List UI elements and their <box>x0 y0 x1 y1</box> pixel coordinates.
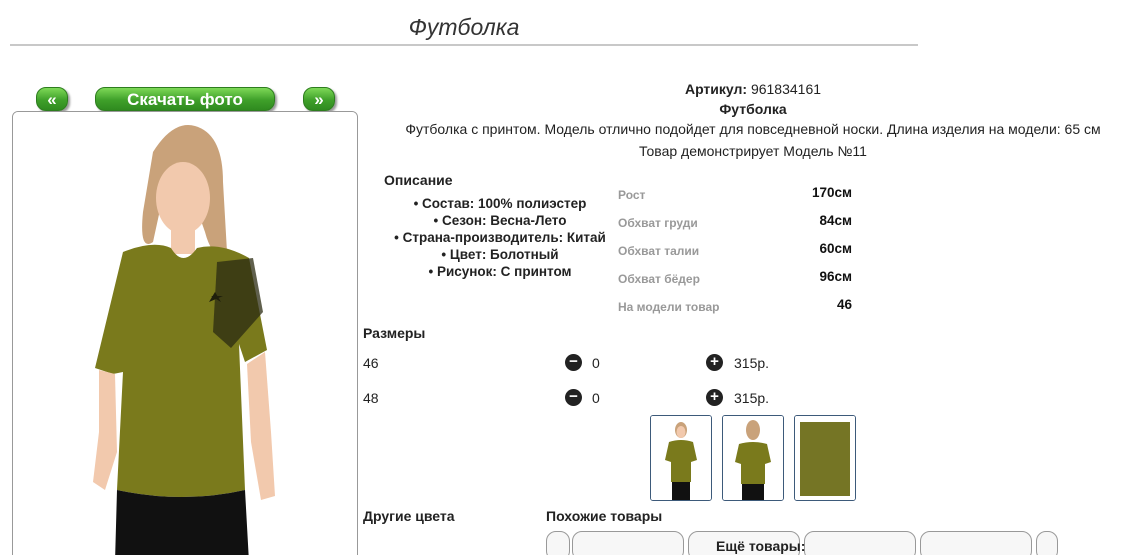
more-products-title: Ещё товары: <box>716 538 806 554</box>
description-item: Рисунок: С принтом <box>384 263 616 280</box>
measurement-label: Обхват талии <box>618 244 700 258</box>
measurement-row: Обхват груди 84см <box>618 213 852 233</box>
measurement-row: На модели товар 46 <box>618 297 852 317</box>
description-item: Цвет: Болотный <box>384 246 616 263</box>
measurement-row: Рост 170см <box>618 185 852 205</box>
page-title: Футболка <box>408 14 520 40</box>
main-product-photo[interactable] <box>12 111 358 555</box>
download-photo-button[interactable]: Скачать фото <box>95 87 275 111</box>
description-list: Состав: 100% полиэстер Сезон: Весна-Лето… <box>384 195 616 280</box>
article-value: 961834161 <box>750 81 822 97</box>
model-line: Товар демонстрирует Модель №11 <box>639 143 867 159</box>
measurement-value: 60см <box>819 241 852 256</box>
other-colors-title: Другие цвета <box>363 508 455 524</box>
measurement-row: Обхват бёдер 96см <box>618 269 852 289</box>
thumbnail-back[interactable] <box>722 415 784 501</box>
thumbnail-front-image <box>651 416 711 500</box>
size-value: 48 <box>363 390 379 406</box>
title-divider <box>10 44 918 46</box>
plus-icon[interactable]: + <box>706 354 723 371</box>
size-row: 46 − 0 + 315р. <box>363 354 783 375</box>
measurement-label: Обхват бёдер <box>618 272 700 286</box>
thumbnail-front[interactable] <box>650 415 712 501</box>
size-price: 315р. <box>734 355 770 371</box>
description-title: Описание <box>384 172 453 188</box>
minus-icon[interactable]: − <box>565 389 582 406</box>
article-line: Артикул: 961834161 <box>380 81 1126 97</box>
size-row: 48 − 0 + 315р. <box>363 389 783 410</box>
thumbnail-fabric[interactable] <box>794 415 856 501</box>
size-quantity: 0 <box>592 390 600 406</box>
description-item: Сезон: Весна-Лето <box>384 212 616 229</box>
size-quantity: 0 <box>592 355 600 371</box>
plus-icon[interactable]: + <box>706 389 723 406</box>
description-item: Состав: 100% полиэстер <box>384 195 616 212</box>
thumbnail-fabric-image <box>795 416 855 500</box>
measurement-label: Рост <box>618 188 646 202</box>
measurement-value: 96см <box>819 269 852 284</box>
measurement-label: Обхват груди <box>618 216 698 230</box>
sizes-title: Размеры <box>363 325 426 341</box>
measurement-label: На модели товар <box>618 300 720 314</box>
thumbnail-back-image <box>723 416 783 500</box>
next-photo-button[interactable]: » <box>303 87 335 111</box>
article-label: Артикул: <box>684 81 748 97</box>
size-value: 46 <box>363 355 379 371</box>
minus-icon[interactable]: − <box>565 354 582 371</box>
product-name: Футболка <box>719 101 787 117</box>
measurement-value: 84см <box>819 213 852 228</box>
similar-product-item[interactable] <box>572 531 684 555</box>
model-photo-illustration <box>13 112 357 555</box>
carousel-next-button[interactable] <box>1036 531 1058 555</box>
product-description: Футболка с принтом. Модель отлично подой… <box>405 121 1101 137</box>
measurement-value: 170см <box>811 185 852 200</box>
size-price: 315р. <box>734 390 770 406</box>
similar-product-item[interactable] <box>920 531 1032 555</box>
prev-photo-button[interactable]: « <box>36 87 68 111</box>
description-item: Страна-производитель: Китай <box>384 229 616 246</box>
similar-product-item[interactable] <box>804 531 916 555</box>
measurement-row: Обхват талии 60см <box>618 241 852 261</box>
measurement-value: 46 <box>836 297 852 312</box>
carousel-prev-button[interactable] <box>546 531 570 555</box>
similar-products-title: Похожие товары <box>546 508 663 524</box>
